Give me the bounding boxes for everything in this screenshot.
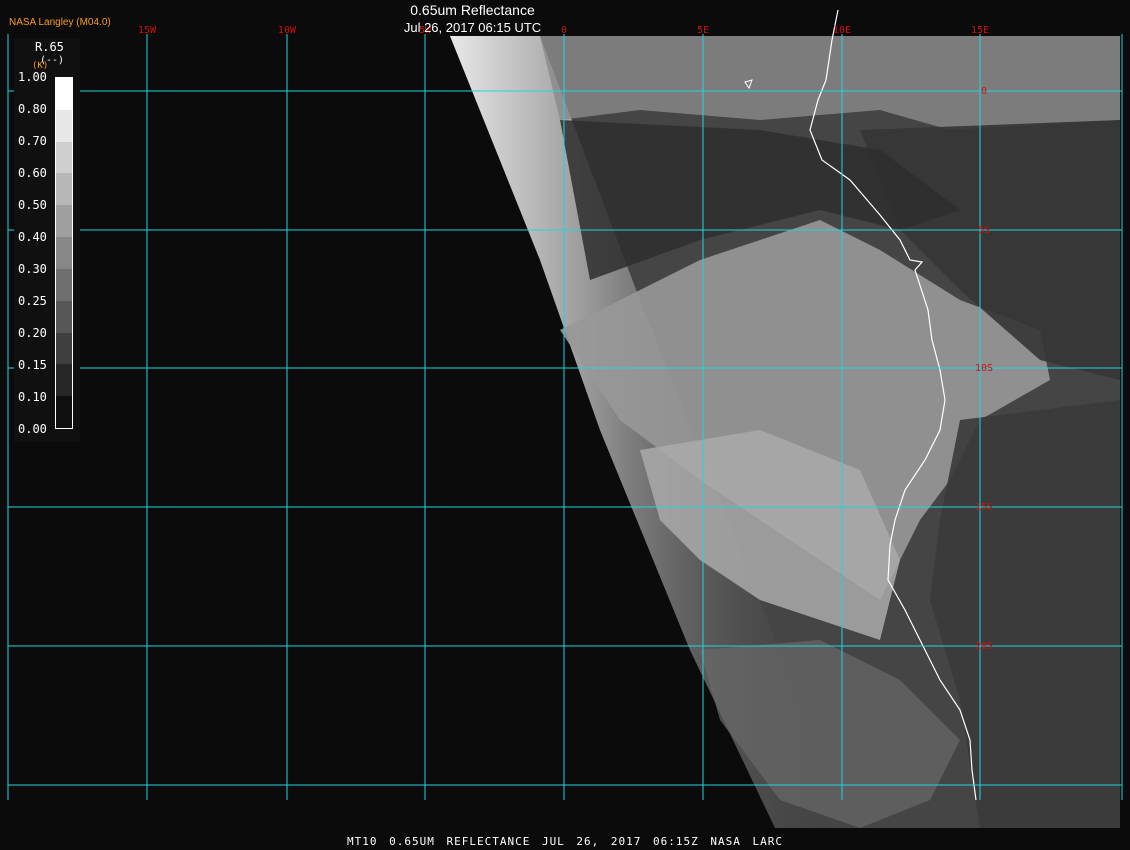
satellite-map: 15W 10W 5W 0 5E 10E 15E 05S10S15S20S [0,0,1130,850]
legend-tick-label: 0.40 [18,230,47,244]
legend-tick-label: 0.70 [18,134,47,148]
map-title: 0.65um Reflectance [410,2,535,18]
legend-tick-label: 0.15 [18,358,47,372]
legend-color-step [56,300,72,333]
legend-color-step [56,141,72,174]
legend-tick-label: 0.10 [18,390,47,404]
legend-tick-label: 0.00 [18,422,47,436]
legend-tick-label: 1.00 [18,70,47,84]
legend-color-step [56,268,72,301]
legend-color-step [56,332,72,365]
legend-tick-label: 0.20 [18,326,47,340]
legend-color-step [56,109,72,142]
latitude-label: 5S [978,225,990,236]
legend-tick-label: 0.25 [18,294,47,308]
legend-tick-label: 0.80 [18,102,47,116]
legend-color-bar [55,77,73,429]
source-label: NASA Langley (M04.0) [9,17,111,28]
footer-caption: MT10 0.65UM REFLECTANCE JUL 26, 2017 06:… [347,835,783,848]
longitude-label: 15E [971,25,989,36]
legend-variable: R.65 [35,40,64,54]
map-timestamp: Jul 26, 2017 06:15 UTC [403,20,542,35]
legend-color-step [56,205,72,238]
latitude-label: 15S [975,502,993,513]
legend-tick-label: 0.60 [18,166,47,180]
legend-color-step [56,78,72,110]
latitude-label: 20S [975,641,993,652]
color-legend: R.65 (--) (K) 1.00 0.80 0.70 0.60 0.50 0.40 0.… [14,38,80,442]
latitude-label: 10S [975,363,993,374]
latitude-label: 0 [981,86,987,97]
legend-color-step [56,396,72,428]
legend-tick-label: 0.50 [18,198,47,212]
legend-color-step [56,237,72,269]
legend-tick-label: 0.30 [18,262,47,276]
legend-color-step [56,173,72,206]
legend-color-step [56,364,72,397]
